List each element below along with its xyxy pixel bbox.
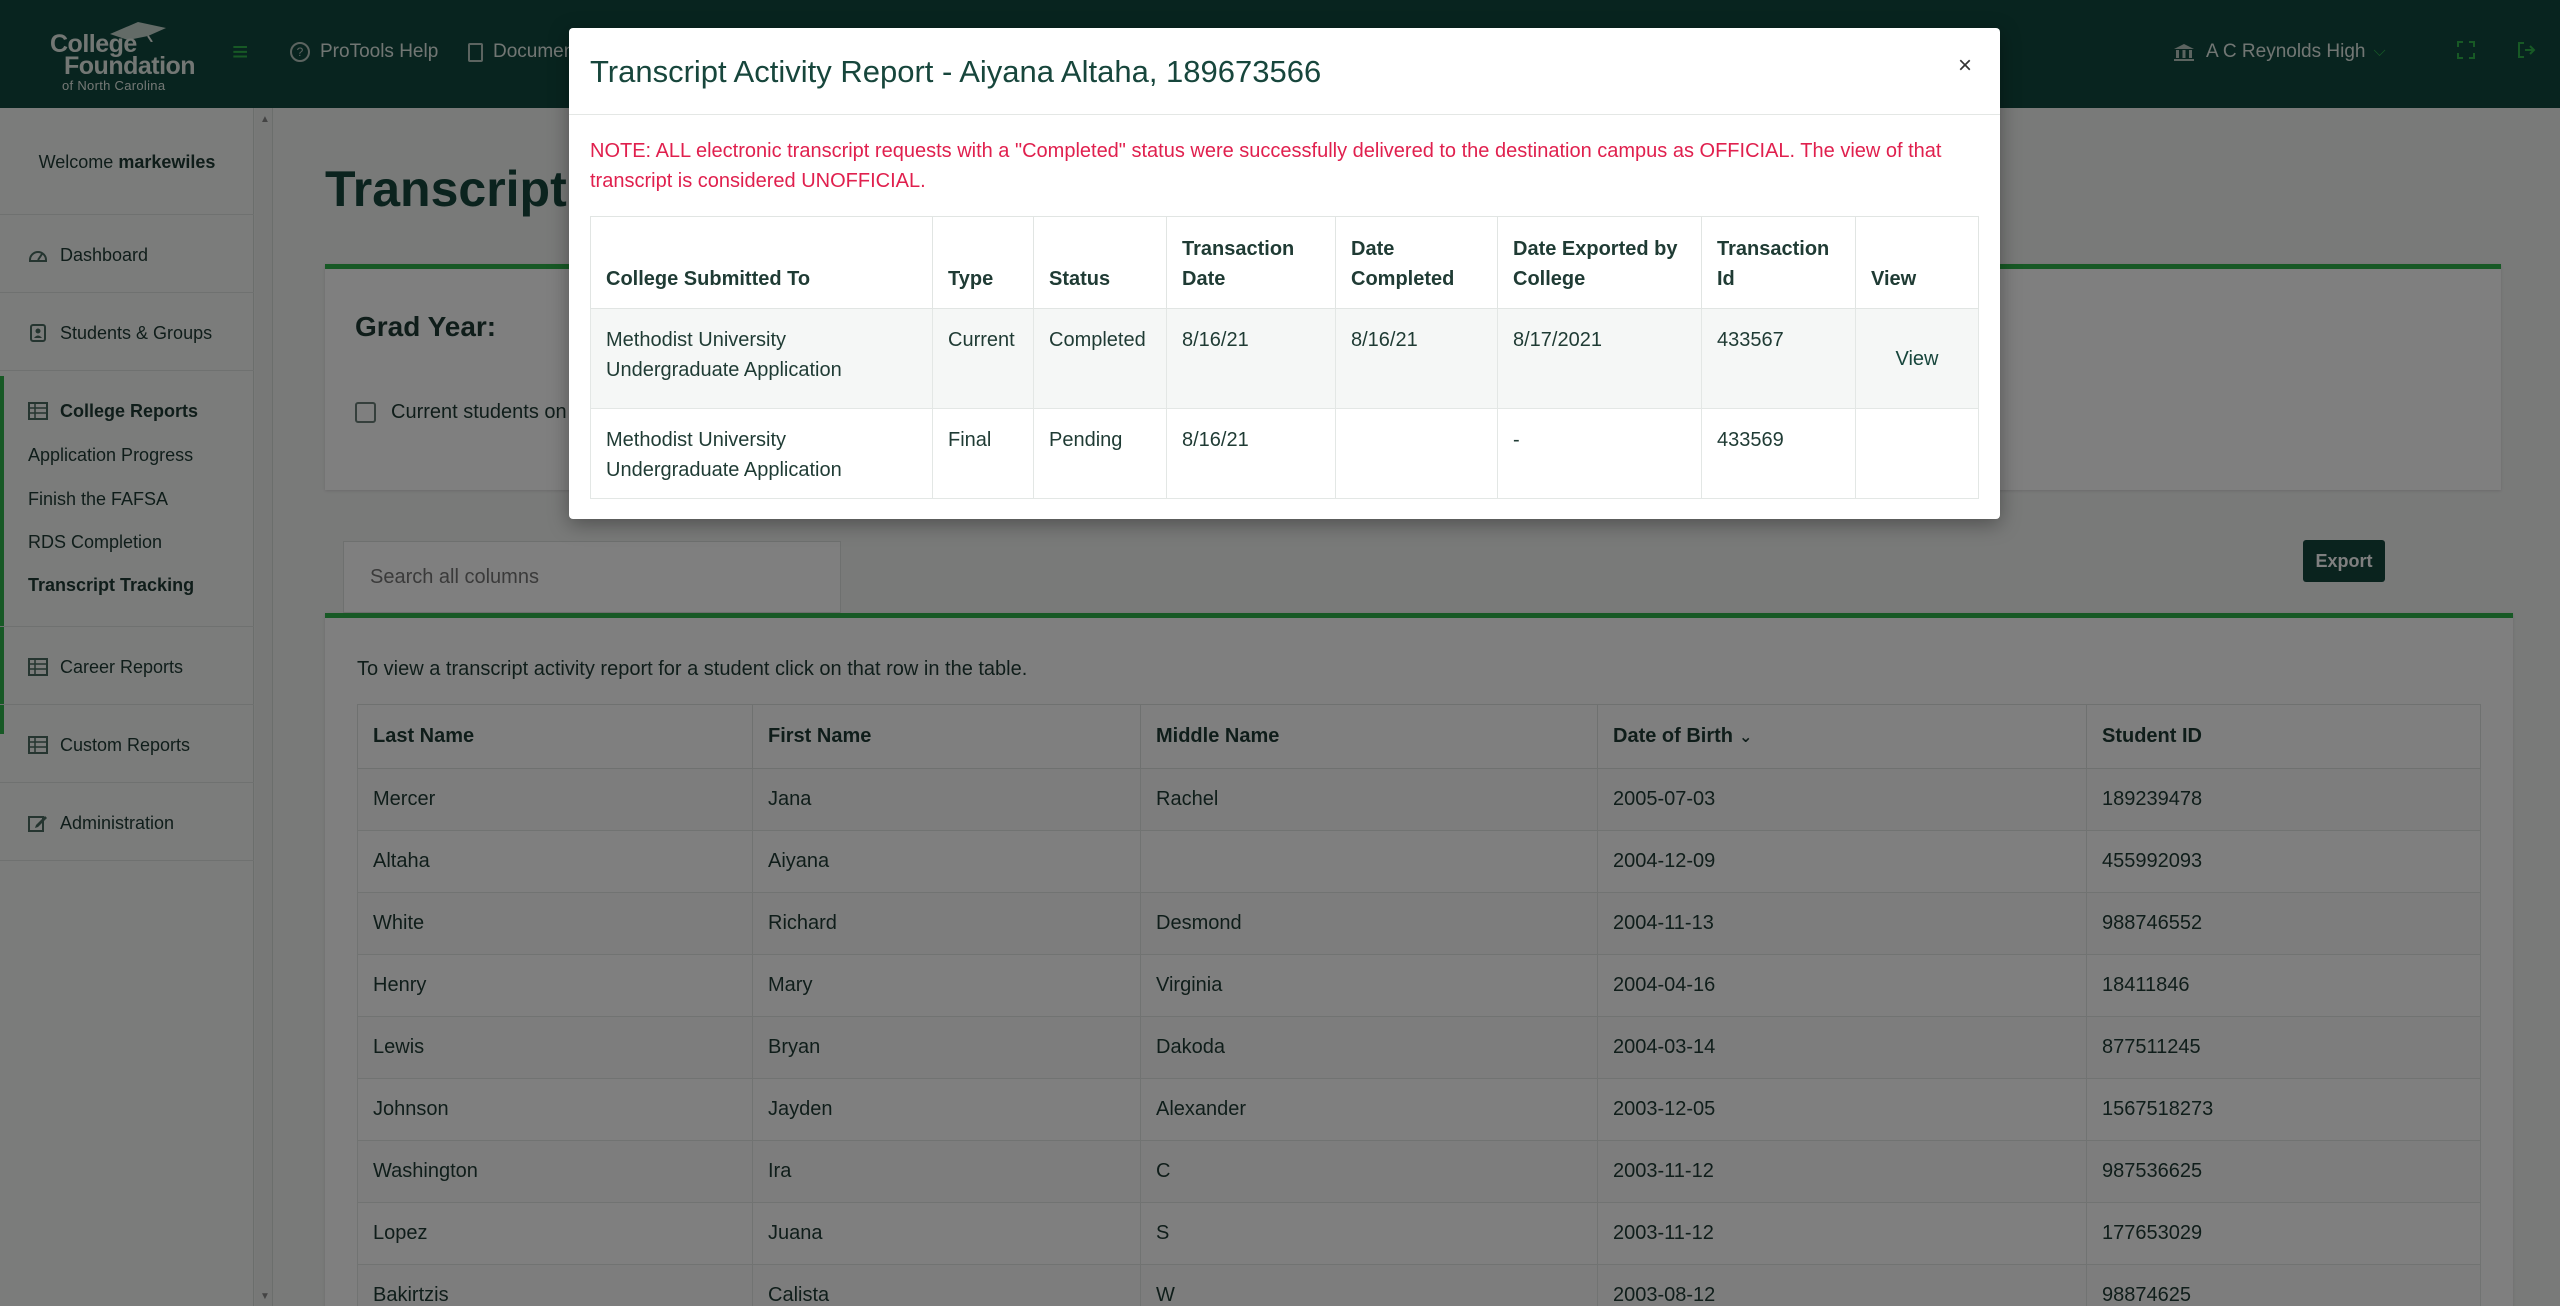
cell-transaction-id: 433569 [1701, 408, 1856, 499]
cell-status: Completed [1033, 308, 1167, 409]
cell-transaction-id: 433567 [1701, 308, 1856, 409]
cell-type: Final [932, 408, 1034, 499]
cell-view [1855, 408, 1979, 499]
cell-date-completed: 8/16/21 [1335, 308, 1498, 409]
cell-transaction-date: 8/16/21 [1166, 408, 1336, 499]
cell-status: Pending [1033, 408, 1167, 499]
column-header-type: Type [932, 216, 1034, 309]
cell-date-exported: 8/17/2021 [1497, 308, 1702, 409]
table-row: Methodist University Undergraduate Appli… [590, 408, 1979, 499]
cell-view: View [1855, 308, 1979, 409]
column-header-college: College Submitted To [590, 216, 933, 309]
cell-college: Methodist University Undergraduate Appli… [590, 408, 933, 499]
column-header-transaction-date: Transaction Date [1166, 216, 1336, 309]
cell-college: Methodist University Undergraduate Appli… [590, 308, 933, 409]
view-transcript-link[interactable]: View [1896, 348, 1939, 370]
modal-note: NOTE: ALL electronic transcript requests… [590, 140, 1942, 192]
column-header-status: Status [1033, 216, 1167, 309]
modal-divider [569, 114, 2000, 115]
transcript-table: College Submitted To Type Status Transac… [590, 216, 1979, 499]
column-header-view: View [1855, 216, 1979, 309]
cell-type: Current [932, 308, 1034, 409]
cell-date-completed [1335, 408, 1498, 499]
transcript-activity-modal: Transcript Activity Report - Aiyana Alta… [569, 28, 2000, 519]
cell-transaction-date: 8/16/21 [1166, 308, 1336, 409]
table-row: Methodist University Undergraduate Appli… [590, 308, 1979, 409]
column-header-date-completed: Date Completed [1335, 216, 1498, 309]
column-header-date-exported: Date Exported by College [1497, 216, 1702, 309]
column-header-transaction-id: Transaction Id [1701, 216, 1856, 309]
modal-title: Transcript Activity Report - Aiyana Alta… [590, 54, 1322, 89]
cell-date-exported: - [1497, 408, 1702, 499]
close-icon[interactable]: × [1954, 54, 1976, 78]
